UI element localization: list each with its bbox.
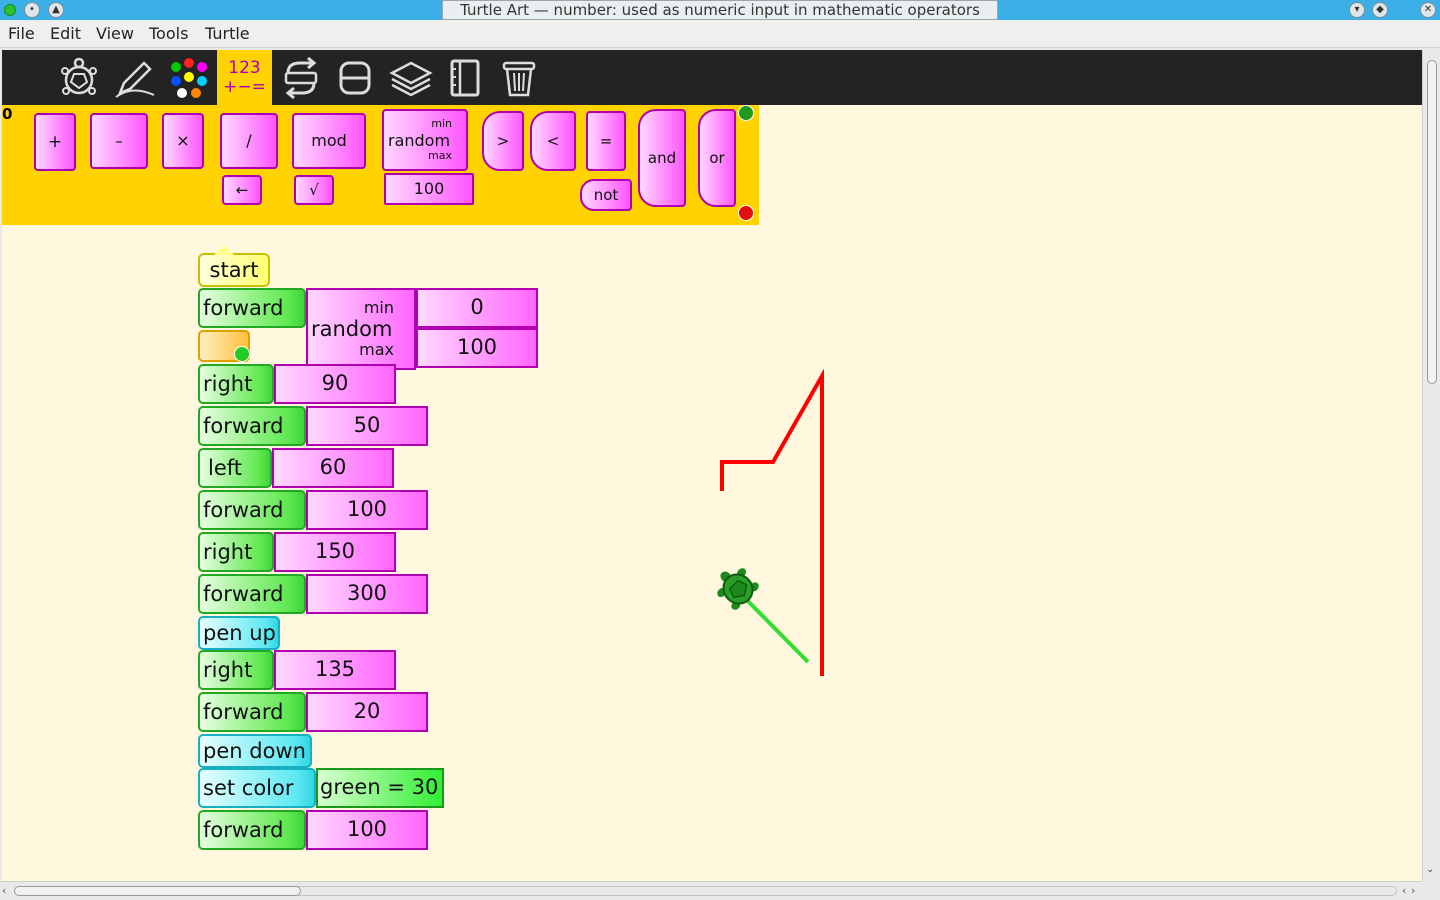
numbers-tab-top: 123 — [228, 58, 261, 78]
palette-less-block[interactable]: < — [530, 111, 576, 171]
forward-value-6[interactable]: 100 — [306, 810, 428, 850]
right-block-1[interactable]: right — [198, 364, 274, 404]
start-block-cap — [214, 245, 234, 255]
forward-value-4[interactable]: 300 — [306, 574, 428, 614]
palette-random-max-label: max — [428, 149, 452, 162]
red-pen-path — [720, 368, 824, 676]
palette-greater-block[interactable]: > — [482, 111, 524, 171]
palette-number-block[interactable]: 100 — [384, 173, 474, 205]
title-bar: • ▲ Turtle Art — number: used as numeric… — [0, 0, 1440, 20]
random-max-label: max — [359, 340, 394, 359]
palette-not-block[interactable]: not — [580, 179, 632, 211]
app-status-icon — [4, 4, 16, 16]
palette-random-label: random — [388, 131, 451, 150]
palette-and-block[interactable]: and — [638, 109, 686, 207]
random-min-value[interactable]: 0 — [416, 288, 538, 328]
left-value[interactable]: 60 — [272, 448, 394, 488]
trash-icon[interactable] — [496, 55, 542, 101]
turtle-drawing — [717, 368, 824, 676]
palette-sqrt-block[interactable]: √ — [294, 175, 334, 205]
flow-palette-icon[interactable] — [278, 55, 324, 101]
palette-equal-block[interactable]: = — [586, 111, 626, 171]
right-block-3[interactable]: right — [198, 650, 274, 690]
minimize-icon[interactable]: ▾ — [1349, 2, 1365, 18]
palette-identity-block[interactable]: ← — [222, 175, 262, 205]
numbers-palette-tab[interactable]: 123 +−= — [217, 50, 272, 105]
palette-or-block[interactable]: or — [698, 109, 736, 207]
right-value-3[interactable]: 135 — [274, 650, 396, 690]
maximize-icon[interactable]: ◆ — [1372, 2, 1388, 18]
forward-block-4[interactable]: forward — [198, 574, 306, 614]
turtle-palette-icon[interactable] — [56, 55, 102, 101]
extras-palette-icon[interactable] — [442, 55, 488, 101]
turtle-art-window: • ▲ Turtle Art — number: used as numeric… — [0, 0, 1440, 900]
right-value-1[interactable]: 90 — [274, 364, 396, 404]
window-title: Turtle Art — number: used as numeric inp… — [442, 0, 998, 20]
set-color-block[interactable]: set color — [198, 768, 316, 808]
left-block[interactable]: left — [198, 448, 272, 488]
menu-view[interactable]: View — [96, 24, 134, 43]
palette-divide-block[interactable]: / — [220, 113, 278, 169]
canvas-upper-area[interactable] — [759, 105, 1422, 225]
blocks-palette-icon[interactable] — [332, 55, 378, 101]
start-block[interactable]: start — [198, 253, 270, 287]
numbers-palette: 0 + – × / mod min random max > < = and o… — [2, 105, 759, 225]
palette-mod-block[interactable]: mod — [292, 113, 366, 169]
forward-block-2[interactable]: forward — [198, 406, 306, 446]
palette-random-min-label: min — [431, 117, 452, 130]
horizontal-scroll-thumb[interactable] — [14, 886, 301, 896]
vertical-scroll-thumb[interactable] — [1427, 60, 1437, 384]
forward-value-5[interactable]: 20 — [306, 692, 428, 732]
random-min-label: min — [363, 298, 394, 317]
random-label: random — [311, 317, 393, 341]
random-block[interactable]: min random max — [306, 288, 416, 370]
forward-block-3[interactable]: forward — [198, 490, 306, 530]
colors-palette-icon[interactable] — [166, 55, 212, 101]
scroll-down-icon[interactable]: ⌄ — [1426, 864, 1434, 875]
pen-palette-icon[interactable] — [112, 55, 158, 101]
palette-minus-block[interactable]: – — [90, 113, 148, 169]
menu-file[interactable]: File — [8, 24, 35, 43]
right-value-2[interactable]: 150 — [274, 532, 396, 572]
set-color-value[interactable]: green = 30 — [316, 768, 444, 808]
palette-times-block[interactable]: × — [162, 113, 204, 169]
palette-expand-icon[interactable] — [738, 105, 754, 121]
pen-up-block[interactable]: pen up — [198, 616, 280, 650]
expand-plus-icon[interactable] — [234, 346, 250, 362]
green-pen-path — [736, 589, 810, 664]
scroll-corner — [1422, 881, 1440, 900]
forward-value-3[interactable]: 100 — [306, 490, 428, 530]
window-menu-icon[interactable]: • — [24, 2, 40, 18]
forward-value-2[interactable]: 50 — [306, 406, 428, 446]
vertical-scrollbar[interactable]: ⌄ — [1422, 50, 1440, 882]
forward-block-6[interactable]: forward — [198, 810, 306, 850]
sensors-palette-icon[interactable] — [388, 55, 434, 101]
palette-plus-block[interactable]: + — [34, 113, 76, 171]
forward-block-1[interactable]: forward — [198, 288, 306, 328]
scroll-left-icon[interactable]: ‹ — [2, 884, 6, 897]
scroll-left-icon-2[interactable]: ‹ — [1402, 884, 1406, 897]
palette-shrink-icon[interactable] — [738, 205, 754, 221]
random-max-value[interactable]: 100 — [416, 328, 538, 368]
scroll-right-icon[interactable]: › — [1411, 884, 1415, 897]
numbers-tab-bottom: +−= — [223, 77, 266, 97]
keep-above-icon[interactable]: ▲ — [48, 2, 64, 18]
menu-turtle[interactable]: Turtle — [205, 24, 250, 43]
menu-bar: File Edit View Tools Turtle — [0, 20, 1440, 48]
palette-random-block[interactable]: min random max — [382, 109, 468, 171]
close-icon[interactable]: ✕ — [1420, 2, 1436, 18]
palette-orientation-icon[interactable]: 0 — [2, 105, 18, 123]
forward-block-5[interactable]: forward — [198, 692, 306, 732]
horizontal-scrollbar[interactable]: ‹ ‹ › — [0, 881, 1422, 900]
right-block-2[interactable]: right — [198, 532, 274, 572]
palette-toolbar: 123 +−= — [2, 50, 1422, 105]
menu-tools[interactable]: Tools — [149, 24, 188, 43]
pen-down-block[interactable]: pen down — [198, 734, 312, 768]
menu-edit[interactable]: Edit — [50, 24, 81, 43]
